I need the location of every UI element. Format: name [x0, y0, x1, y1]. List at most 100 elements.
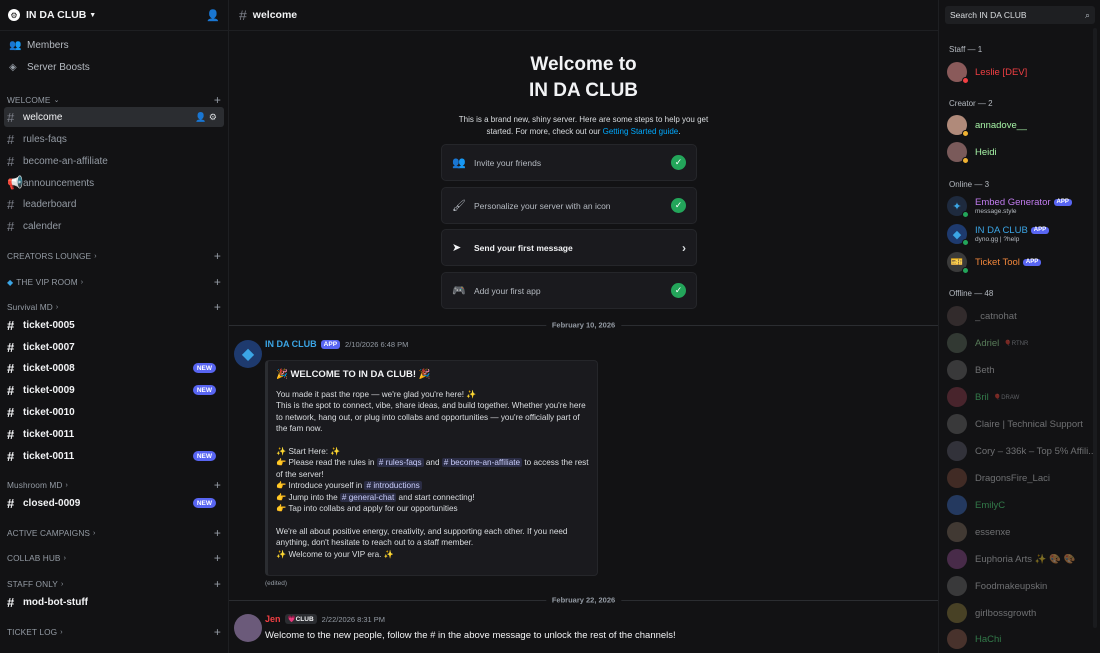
search-input[interactable]: Search IN DA CLUB ⌕ — [945, 6, 1095, 24]
category-vip-room[interactable]: ◆ THE VIP ROOM › + — [0, 275, 228, 289]
member-item[interactable]: Beth — [947, 357, 1100, 383]
search-placeholder: Search IN DA CLUB — [950, 10, 1027, 20]
channel-label: rules-faqs — [23, 133, 67, 145]
member-item[interactable]: Euphoria Arts ✨ 🎨 🎨 — [947, 546, 1100, 572]
category-welcome[interactable]: WELCOME ⌄ + — [0, 93, 228, 107]
channel-ticket-0008[interactable]: # ticket-0008 NEW — [0, 358, 228, 378]
hash-icon: # — [7, 153, 15, 169]
hash-icon: # — [7, 131, 15, 147]
channel-title: welcome — [252, 9, 298, 21]
member-item[interactable]: Adriel 🎈RTNR — [947, 330, 1100, 356]
channel-announcements[interactable]: 📢 announcements — [0, 173, 228, 193]
step-invite-friends[interactable]: 👥 Invite your friends ✓ — [441, 144, 697, 181]
avatar[interactable]: ◆ — [234, 340, 262, 368]
getting-started-link[interactable]: Getting Started guide — [603, 127, 679, 136]
author-name[interactable]: Jen — [265, 614, 281, 624]
channel-label: ticket-0008 — [23, 362, 75, 374]
channel-leaderboard[interactable]: # leaderboard — [0, 194, 228, 214]
invite-icon: 👥 — [452, 157, 466, 169]
channel-mod-bot-stuff[interactable]: # mod-bot-stuff — [0, 592, 228, 612]
category-survival-md[interactable]: Survival MD › + — [0, 300, 228, 314]
gem-icon: ◆ — [7, 277, 14, 287]
avatar: ✦ — [947, 196, 969, 218]
add-channel-icon[interactable]: + — [214, 300, 221, 314]
avatar — [947, 629, 967, 649]
member-item[interactable]: girlbossgrowth — [947, 600, 1100, 626]
server-logo-icon: ⚙ — [8, 9, 20, 21]
chevron-right-icon: › — [94, 252, 97, 260]
channel-mention[interactable]: # rules-faqs — [376, 458, 424, 467]
member-item[interactable]: Heidi — [947, 139, 1100, 165]
add-channel-icon[interactable]: + — [214, 625, 221, 639]
add-member-icon[interactable]: 👤 — [206, 9, 220, 22]
author-name[interactable]: IN DA CLUB — [265, 339, 317, 349]
server-header[interactable]: ⚙ IN DA CLUB ▼ 👤 — [0, 0, 228, 31]
member-item[interactable]: essenxe — [947, 519, 1100, 545]
step-personalize[interactable]: 🖌 Personalize your server with an icon ✓ — [441, 187, 697, 224]
chevron-down-icon: ▼ — [89, 11, 97, 19]
step-send-message[interactable]: ➤ Send your first message › — [441, 229, 697, 266]
channel-ticket-0009[interactable]: # ticket-0009 NEW — [0, 380, 228, 400]
channel-welcome[interactable]: # welcome 👤 ⚙ — [4, 107, 224, 127]
new-badge: NEW — [192, 451, 216, 461]
category-collab-hub[interactable]: COLLAB HUB › + — [0, 551, 228, 565]
date-label: February 22, 2026 — [545, 595, 622, 605]
category-mushroom-md[interactable]: Mushroom MD › + — [0, 478, 228, 492]
member-item[interactable]: Leslie [DEV] — [947, 59, 1100, 85]
channel-become-an-affiliate[interactable]: # become-an-affiliate — [0, 151, 228, 171]
channel-rules-faqs[interactable]: # rules-faqs — [0, 129, 228, 149]
member-name: Beth — [975, 364, 995, 376]
channel-calender[interactable]: # calender — [0, 216, 228, 236]
member-item[interactable]: Cory – 336k – Top 5% Affili... — [947, 438, 1100, 464]
member-list-scrollbar[interactable] — [1093, 28, 1097, 628]
channel-ticket-0005[interactable]: # ticket-0005 — [0, 315, 228, 335]
channel-ticket-0010[interactable]: # ticket-0010 — [0, 402, 228, 422]
hash-icon: # — [7, 594, 15, 610]
channel-mention[interactable]: # general-chat — [339, 492, 397, 502]
hash-icon: # — [7, 218, 15, 234]
add-channel-icon[interactable]: + — [214, 551, 221, 565]
member-item[interactable]: ◆ IN DA CLUB APP dyno.gg | ?help — [947, 221, 1100, 247]
member-item[interactable]: _catnohat — [947, 303, 1100, 329]
channel-closed-0009[interactable]: # closed-0009 NEW — [0, 493, 228, 513]
avatar — [947, 468, 967, 488]
avatar[interactable] — [234, 614, 262, 642]
add-channel-icon[interactable]: + — [214, 577, 221, 591]
member-name: Ticket Tool — [975, 256, 1020, 268]
members-nav[interactable]: 👥 Members — [0, 34, 228, 56]
category-creators-lounge[interactable]: CREATORS LOUNGE › + — [0, 249, 228, 263]
chevron-down-icon: ⌄ — [53, 97, 60, 104]
hash-icon: # — [7, 339, 15, 355]
member-item[interactable]: Bril 🎈DRAW — [947, 384, 1100, 410]
category-ticket-log[interactable]: TICKET LOG › + — [0, 625, 228, 639]
member-item[interactable]: ✦ Embed Generator APP message.style — [947, 193, 1100, 219]
step-add-app[interactable]: 🎮 Add your first app ✓ — [441, 272, 697, 309]
member-item[interactable]: HaChi — [947, 626, 1100, 652]
add-channel-icon[interactable]: + — [214, 275, 221, 289]
member-item[interactable]: Claire | Technical Support — [947, 411, 1100, 437]
add-channel-icon[interactable]: + — [214, 249, 221, 263]
member-item[interactable]: annadove__ — [947, 112, 1100, 138]
status-idle-icon — [962, 130, 969, 137]
status-online-icon — [962, 211, 969, 218]
category-active-campaigns[interactable]: ACTIVE CAMPAIGNS › + — [0, 526, 228, 540]
channel-mention[interactable]: # become-an-affiliate — [441, 458, 523, 467]
member-item[interactable]: Foodmakeupskin — [947, 573, 1100, 599]
member-item[interactable]: DragonsFire_Laci — [947, 465, 1100, 491]
channel-mention[interactable]: # introductions — [364, 481, 422, 490]
channel-label: calender — [23, 220, 62, 232]
category-staff-only[interactable]: STAFF ONLY › + — [0, 577, 228, 591]
channel-ticket-0007[interactable]: # ticket-0007 — [0, 337, 228, 357]
add-channel-icon[interactable]: + — [214, 93, 221, 107]
member-item[interactable]: EmilyC — [947, 492, 1100, 518]
new-badge: NEW — [192, 363, 216, 373]
avatar — [947, 62, 969, 84]
member-item[interactable]: 🎫 Ticket Tool APP — [947, 249, 1100, 275]
channel-settings-icon[interactable]: 👤 ⚙ — [195, 112, 217, 123]
avatar — [947, 115, 969, 137]
add-channel-icon[interactable]: + — [214, 478, 221, 492]
channel-ticket-0011-b[interactable]: # ticket-0011 NEW — [0, 446, 228, 466]
channel-ticket-0011[interactable]: # ticket-0011 — [0, 424, 228, 444]
server-boosts-nav[interactable]: ◈ Server Boosts — [0, 56, 228, 78]
add-channel-icon[interactable]: + — [214, 526, 221, 540]
